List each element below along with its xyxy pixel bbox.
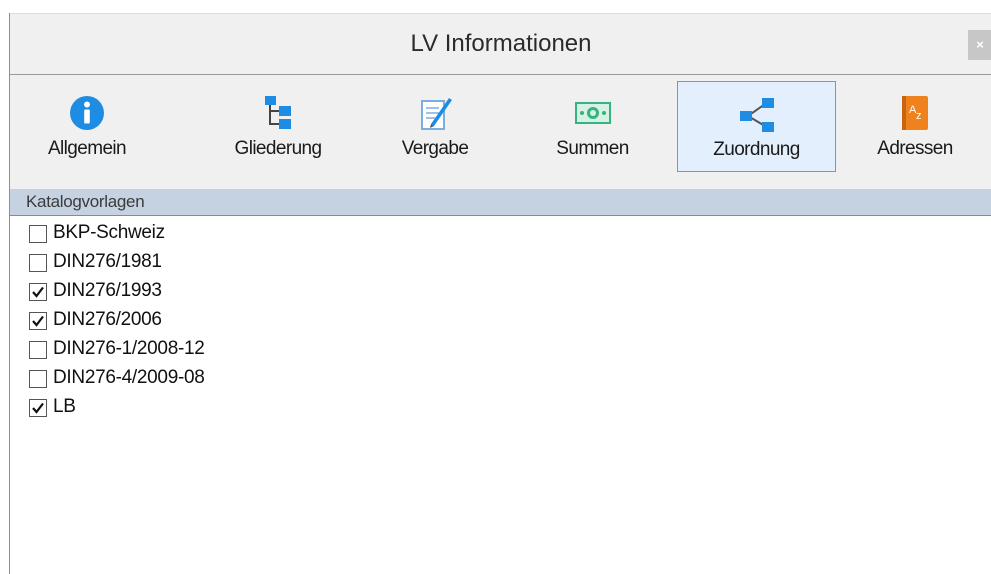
tool-summen[interactable]: Summen xyxy=(530,81,655,172)
list-item-label: DIN276-1/2008-12 xyxy=(53,338,205,359)
window-title: LV Informationen xyxy=(410,30,592,57)
toolbar: Allgemein Gliederung Vergabe Summen Zuor… xyxy=(10,74,991,189)
document-pen-icon xyxy=(417,95,453,131)
tool-adressen[interactable]: A z Adressen xyxy=(855,81,975,172)
lv-informationen-dialog: LV Informationen × Allgemein Gliederung … xyxy=(9,13,991,574)
tool-label: Summen xyxy=(556,138,629,159)
tool-label: Zuordnung xyxy=(713,139,800,160)
tool-label: Adressen xyxy=(877,138,953,159)
checkmark-icon xyxy=(32,286,44,298)
section-title: Katalogvorlagen xyxy=(26,192,145,211)
tool-vergabe[interactable]: Vergabe xyxy=(380,81,490,172)
tool-zuordnung[interactable]: Zuordnung xyxy=(677,81,836,172)
tool-label: Allgemein xyxy=(47,138,127,159)
checkbox[interactable] xyxy=(29,312,47,330)
share-icon xyxy=(739,96,775,132)
list-item-label: BKP-Schweiz xyxy=(53,222,165,243)
svg-text:z: z xyxy=(916,110,922,122)
section-header-katalogvorlagen: Katalogvorlagen xyxy=(10,189,991,216)
checkmark-icon xyxy=(32,402,44,414)
checkmark-icon xyxy=(32,315,44,327)
info-icon xyxy=(69,95,105,131)
checkbox[interactable] xyxy=(29,254,47,272)
list-item-label: DIN276/1993 xyxy=(53,280,162,301)
tool-label: Vergabe xyxy=(401,138,469,159)
list-item-label: DIN276/1981 xyxy=(53,251,162,272)
address-book-icon: A z xyxy=(897,95,933,131)
checkbox[interactable] xyxy=(29,283,47,301)
checkbox[interactable] xyxy=(29,341,47,359)
checkbox[interactable] xyxy=(29,370,47,388)
checkbox[interactable] xyxy=(29,225,47,243)
hierarchy-icon xyxy=(260,95,296,131)
checkbox[interactable] xyxy=(29,399,47,417)
tool-allgemein[interactable]: Allgemein xyxy=(32,81,142,172)
list-item-label: LB xyxy=(53,396,76,417)
list-item-label: DIN276/2006 xyxy=(53,309,162,330)
money-icon xyxy=(574,95,611,131)
close-button[interactable]: × xyxy=(968,30,991,60)
title-bar: LV Informationen × xyxy=(10,13,991,74)
list-item-label: DIN276-4/2009-08 xyxy=(53,367,205,388)
tool-label: Gliederung xyxy=(234,138,323,159)
tool-gliederung[interactable]: Gliederung xyxy=(208,81,348,172)
